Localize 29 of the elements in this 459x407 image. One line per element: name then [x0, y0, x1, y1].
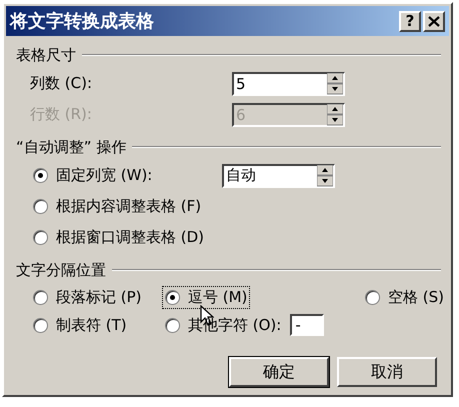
section-title: “自动调整” 操作 [16, 138, 126, 156]
input-field[interactable]: - [290, 314, 324, 336]
radio-option[interactable]: 逗号 (M) [162, 286, 250, 308]
section-title: 文字分隔位置 [16, 260, 106, 280]
radio-option[interactable]: 段落标记 (P) [30, 286, 145, 308]
radio-option[interactable]: 根据窗口调整表格 (D) [30, 226, 208, 249]
close-icon [428, 16, 440, 26]
radio-button-icon[interactable] [165, 318, 180, 332]
radio-button-icon[interactable] [33, 290, 48, 304]
radio-button-icon[interactable] [33, 199, 48, 214]
radio-button-icon[interactable] [33, 230, 48, 245]
help-button[interactable]: ? [399, 10, 421, 32]
radio-option[interactable]: 制表符 (T) [30, 314, 130, 336]
radio-option[interactable]: 固定列宽 (W): [30, 164, 222, 187]
ok-button[interactable]: 确定 [229, 357, 329, 387]
radio-option[interactable]: 空格 (S) [362, 286, 447, 308]
close-button[interactable] [423, 10, 445, 32]
cancel-button[interactable]: 取消 [337, 357, 437, 387]
number-spinner[interactable]: 5 [232, 72, 345, 96]
radio-button-icon[interactable] [33, 168, 48, 183]
radio-button-icon[interactable] [365, 290, 380, 304]
section-title: 表格尺寸 [16, 46, 76, 64]
radio-button-icon[interactable] [165, 290, 180, 304]
radio-button-icon[interactable] [33, 318, 48, 332]
window-title: 将文字转换成表格 [10, 10, 155, 33]
field-label: 行数 (R): [30, 105, 93, 124]
number-spinner[interactable]: 自动 [222, 164, 335, 188]
radio-option[interactable]: 根据内容调整表格 (F) [30, 195, 204, 218]
field-label: 列数 (C): [30, 74, 93, 93]
